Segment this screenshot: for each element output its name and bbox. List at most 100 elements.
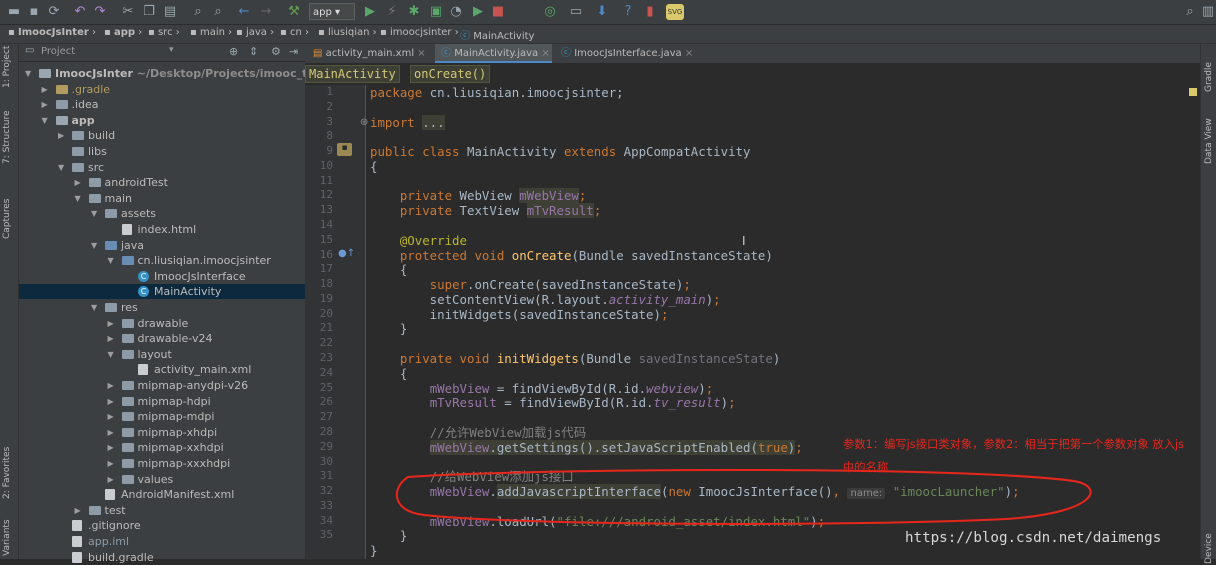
tree-node[interactable]: ▼ main: [19, 191, 305, 206]
collapsed-arrow-icon[interactable]: ▶: [108, 472, 114, 487]
avd-manager-icon[interactable]: ▭: [568, 4, 584, 20]
attach-debugger-icon[interactable]: ▣: [428, 4, 444, 20]
tree-node[interactable]: ▶ mipmap-hdpi: [19, 394, 305, 409]
nav-crumb[interactable]: ▪ app ›: [104, 27, 142, 38]
tab-activity-main-xml[interactable]: ▤ activity_main.xml ×: [313, 44, 441, 63]
project-view-select[interactable]: Project: [41, 46, 75, 57]
nav-crumb[interactable]: ▪ java ›: [236, 27, 274, 38]
warning-marker-icon[interactable]: [1189, 88, 1197, 96]
tree-node[interactable]: ▶ .gradle: [19, 82, 305, 97]
tree-node[interactable]: .gitignore: [19, 518, 305, 533]
tree-node[interactable]: ▶ mipmap-mdpi: [19, 409, 305, 424]
hide-panel-icon[interactable]: ⇥: [289, 45, 298, 58]
build-hammer-icon[interactable]: ⚒: [286, 4, 302, 20]
tree-node[interactable]: AndroidManifest.xml: [19, 487, 305, 502]
close-tab-icon[interactable]: ×: [417, 48, 425, 59]
redo-icon[interactable]: ↷: [92, 4, 108, 20]
expanded-arrow-icon[interactable]: ▼: [75, 191, 81, 206]
collapsed-arrow-icon[interactable]: ▶: [42, 82, 48, 97]
svg-plugin-icon[interactable]: SVG: [666, 4, 684, 20]
locate-icon[interactable]: ⊕: [229, 45, 238, 58]
debug-icon[interactable]: ✱: [406, 4, 422, 20]
close-tab-icon[interactable]: ×: [685, 48, 693, 59]
tree-node[interactable]: ▶ drawable-v24: [19, 331, 305, 346]
cut-icon[interactable]: ✂: [120, 4, 136, 20]
collapsed-arrow-icon[interactable]: ▶: [75, 175, 81, 190]
tree-node[interactable]: ▶ mipmap-xxxhdpi: [19, 456, 305, 471]
replace-icon[interactable]: ⌕: [210, 4, 226, 20]
expanded-arrow-icon[interactable]: ▼: [58, 160, 64, 175]
expanded-arrow-icon[interactable]: ▼: [91, 300, 97, 315]
tree-node[interactable]: ▶ build: [19, 128, 305, 143]
collapsed-arrow-icon[interactable]: ▶: [108, 425, 114, 440]
notifications-icon[interactable]: ▥: [1200, 4, 1216, 20]
run-icon[interactable]: ▶: [362, 4, 378, 20]
collapsed-arrow-icon[interactable]: ▶: [42, 97, 48, 112]
tab-imoocjsinterface-java[interactable]: ⓒ ImoocJsInterface.java ×: [557, 44, 701, 63]
collapsed-arrow-icon[interactable]: ▶: [108, 394, 114, 409]
settings-gear-icon[interactable]: ⚙: [271, 45, 281, 58]
find-icon[interactable]: ⌕: [190, 4, 206, 20]
override-method-icon[interactable]: ●↑: [338, 248, 355, 259]
expanded-arrow-icon[interactable]: ▼: [91, 206, 97, 221]
back-icon[interactable]: ←: [236, 4, 252, 20]
tree-node[interactable]: ▶ values: [19, 472, 305, 487]
view-mode-dropdown-icon[interactable]: ▾: [169, 45, 174, 55]
tree-node[interactable]: build.gradle: [19, 550, 305, 565]
collapsed-arrow-icon[interactable]: ▶: [108, 316, 114, 331]
collapsed-arrow-icon[interactable]: ▶: [75, 503, 81, 518]
tree-node[interactable]: ▶ mipmap-xhdpi: [19, 425, 305, 440]
coverage-icon[interactable]: ▶: [470, 4, 486, 20]
tree-node[interactable]: ▼ app: [19, 113, 305, 128]
tree-node[interactable]: index.html: [19, 222, 305, 237]
data-view-tool-tab[interactable]: Data View: [1204, 118, 1214, 164]
related-files-icon[interactable]: ▪: [337, 143, 352, 156]
captures-tool-tab[interactable]: Captures: [2, 199, 12, 239]
structure-tool-tab[interactable]: 7: Structure: [2, 111, 12, 165]
favorites-tool-tab[interactable]: 2: Favorites: [2, 447, 12, 499]
apply-changes-icon[interactable]: ⚡: [384, 4, 400, 20]
stop-icon[interactable]: ■: [490, 4, 506, 20]
gradle-tool-tab[interactable]: Gradle: [1204, 62, 1214, 92]
search-everywhere-icon[interactable]: ⌕: [1182, 4, 1198, 20]
expanded-arrow-icon[interactable]: ▼: [25, 66, 31, 81]
help-icon[interactable]: ?: [620, 4, 636, 20]
tree-node[interactable]: ▶ drawable: [19, 316, 305, 331]
gradle-sync-icon[interactable]: ◎: [542, 4, 558, 20]
nav-crumb[interactable]: ▪ main ›: [190, 27, 232, 38]
fold-icon[interactable]: ⊕: [360, 115, 368, 130]
tree-node[interactable]: ▶ mipmap-xxhdpi: [19, 440, 305, 455]
collapsed-arrow-icon[interactable]: ▶: [108, 456, 114, 471]
tree-node[interactable]: ▼ java: [19, 238, 305, 253]
collapsed-arrow-icon[interactable]: ▶: [108, 409, 114, 424]
tree-node[interactable]: ▶ mipmap-anydpi-v26: [19, 378, 305, 393]
sdk-manager-icon[interactable]: ⬇: [594, 4, 610, 20]
nav-crumb[interactable]: ▪ ImoocJsInter ›: [8, 27, 96, 38]
breadcrumb-method[interactable]: onCreate(): [410, 65, 491, 83]
tree-node[interactable]: libs: [19, 144, 305, 159]
expanded-arrow-icon[interactable]: ▼: [42, 113, 48, 128]
tree-node[interactable]: ▶ .idea: [19, 97, 305, 112]
nav-crumb[interactable]: ▪ src ›: [148, 27, 180, 38]
device-monitor-icon[interactable]: ▮: [642, 4, 658, 20]
nav-crumb[interactable]: ▪ cn ›: [280, 27, 309, 38]
expanded-arrow-icon[interactable]: ▼: [108, 253, 114, 268]
tree-node[interactable]: app.iml: [19, 534, 305, 549]
tree-node[interactable]: ▼ src: [19, 160, 305, 175]
nav-crumb[interactable]: ⓒ MainActivity: [460, 27, 534, 42]
code-editor[interactable]: package cn.liusiqian.imoocjsinter; import…: [360, 85, 1200, 559]
tree-node[interactable]: ▼ ImoocJsInter ~/Desktop/Projects/imooc_t…: [19, 66, 337, 81]
copy-icon[interactable]: ❐: [141, 4, 157, 20]
undo-icon[interactable]: ↶: [72, 4, 88, 20]
open-folder-icon[interactable]: ▬: [6, 4, 22, 20]
paste-icon[interactable]: ▤: [162, 4, 178, 20]
tree-node[interactable]: ▼ assets: [19, 206, 305, 221]
tree-node[interactable]: C MainActivity: [19, 284, 305, 300]
run-configuration-select[interactable]: app ▾: [309, 3, 355, 20]
save-icon[interactable]: ▪: [26, 4, 42, 20]
collapsed-arrow-icon[interactable]: ▶: [108, 440, 114, 455]
tree-node[interactable]: ▼ res: [19, 300, 305, 315]
profiler-icon[interactable]: ◔: [448, 4, 464, 20]
collapse-all-icon[interactable]: ⇕: [249, 45, 258, 58]
build-variants-tool-tab[interactable]: Variants: [2, 519, 12, 556]
